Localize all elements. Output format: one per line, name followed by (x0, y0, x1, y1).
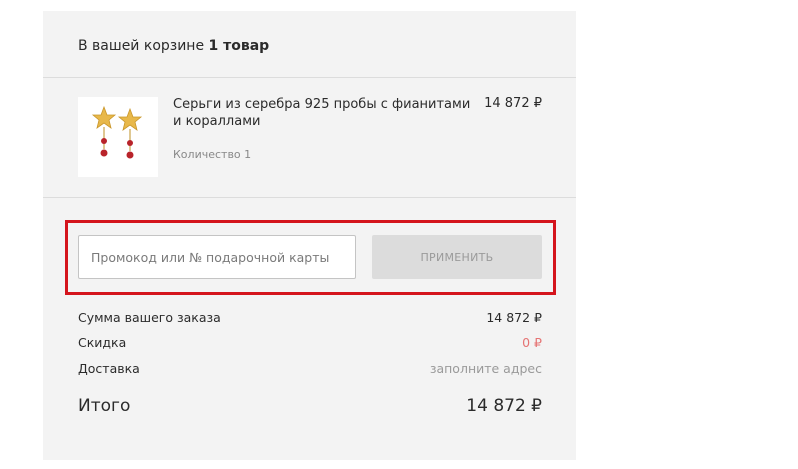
product-price: 14 872 ₽ (484, 96, 542, 111)
delivery-label: Доставка (78, 361, 140, 376)
order-sum-label: Сумма вашего заказа (78, 310, 221, 325)
product-name[interactable]: Серьги из серебра 925 пробы с фианитами … (173, 96, 473, 130)
promo-code-input[interactable] (78, 235, 356, 279)
apply-promo-button[interactable]: ПРИМЕНИТЬ (372, 235, 542, 279)
divider (43, 77, 576, 78)
cart-item-count: 1 товар (208, 38, 270, 54)
earrings-icon (91, 105, 143, 159)
delivery-value[interactable]: заполните адрес (430, 361, 542, 376)
total-value: 14 872 ₽ (466, 396, 542, 416)
product-thumbnail[interactable] (78, 97, 158, 177)
cart-header: В вашей корзине 1 товар (78, 38, 269, 54)
product-quantity: Количество 1 (173, 148, 252, 161)
total-label: Итого (78, 396, 131, 416)
divider (43, 197, 576, 198)
discount-label: Скидка (78, 335, 127, 350)
order-sum-value: 14 872 ₽ (486, 310, 542, 325)
discount-value: 0 ₽ (522, 335, 542, 350)
cart-header-prefix: В вашей корзине (78, 38, 205, 54)
cart-summary-panel: В вашей корзине 1 товар Серьги из серебр… (43, 11, 576, 460)
